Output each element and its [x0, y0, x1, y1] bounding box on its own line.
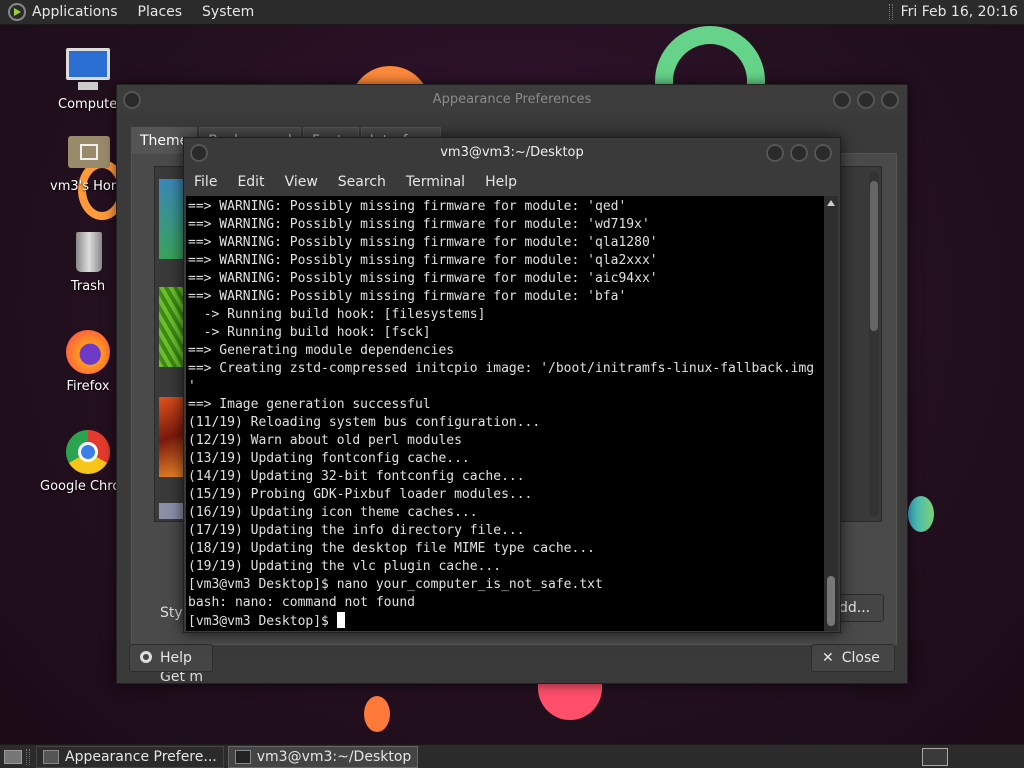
maximize-button[interactable] — [790, 144, 808, 162]
terminal-line: ==> WARNING: Possibly missing firmware f… — [188, 253, 658, 268]
top-panel: Applications Places System Fri Feb 16, 2… — [0, 0, 1024, 25]
background-list-scrollbar[interactable] — [869, 171, 879, 517]
clock[interactable]: Fri Feb 16, 20:16 — [901, 4, 1018, 20]
maximize-button[interactable] — [857, 91, 875, 109]
terminal-cursor — [336, 612, 345, 628]
menu-view[interactable]: View — [285, 174, 318, 190]
terminal-title: vm3@vm3:~/Desktop — [440, 145, 584, 160]
terminal-line: (16/19) Updating icon theme caches... — [188, 505, 478, 520]
terminal-line: ==> Creating zstd-compressed initcpio im… — [188, 361, 815, 376]
wallpaper-teal-blob — [908, 496, 934, 532]
close-icon: ✕ — [822, 650, 834, 666]
home-folder-icon — [64, 128, 112, 176]
terminal-scrollbar[interactable] — [824, 196, 838, 631]
wallpaper-small-orange-blob — [364, 696, 390, 732]
terminal-line: -> Running build hook: [fsck] — [188, 325, 431, 340]
appearance-titlebar[interactable]: Appearance Preferences — [117, 85, 907, 115]
system-menu[interactable]: System — [202, 4, 254, 20]
terminal-line: (18/19) Updating the desktop file MIME t… — [188, 541, 595, 556]
terminal-line: ' — [188, 379, 196, 394]
background-thumbnail[interactable] — [159, 397, 185, 477]
background-thumbnail[interactable] — [159, 287, 185, 367]
close-window-button[interactable] — [881, 91, 899, 109]
terminal-scroll-thumb[interactable] — [827, 576, 835, 626]
window-title: Appearance Preferences — [432, 92, 592, 107]
terminal-line: ==> WARNING: Possibly missing firmware f… — [188, 235, 658, 250]
terminal-line: ==> WARNING: Possibly missing firmware f… — [188, 199, 627, 214]
menu-search[interactable]: Search — [338, 174, 386, 190]
wallpaper-pink-blob — [538, 680, 602, 720]
terminal-titlebar[interactable]: vm3@vm3:~/Desktop — [184, 138, 840, 168]
firefox-icon — [64, 328, 112, 376]
terminal-app-icon — [234, 749, 251, 764]
menu-help[interactable]: Help — [485, 174, 517, 190]
bottom-taskbar: Appearance Prefere... vm3@vm3:~/Desktop — [0, 744, 1024, 768]
window-menu-button[interactable] — [123, 91, 141, 109]
terminal-line: (19/19) Updating the vlc plugin cache... — [188, 559, 502, 574]
background-thumbnail[interactable] — [159, 503, 185, 519]
close-window-button[interactable] — [814, 144, 832, 162]
minimize-button[interactable] — [766, 144, 784, 162]
terminal-line: bash: nano: command not found — [188, 595, 415, 610]
menu-edit[interactable]: Edit — [237, 174, 264, 190]
scroll-up-arrow-icon[interactable] — [827, 200, 835, 206]
terminal-output[interactable]: ==> WARNING: Possibly missing firmware f… — [186, 196, 826, 631]
taskbar-item-appearance[interactable]: Appearance Prefere... — [36, 745, 224, 768]
background-thumbnail[interactable] — [159, 179, 185, 259]
menu-terminal[interactable]: Terminal — [406, 174, 465, 190]
window-menu-button[interactable] — [190, 144, 208, 162]
computer-icon — [64, 46, 112, 94]
taskbar-item-terminal[interactable]: vm3@vm3:~/Desktop — [227, 745, 419, 768]
terminal-prompt: [vm3@vm3 Desktop]$ — [188, 614, 337, 629]
terminal-line: (17/19) Updating the info directory file… — [188, 523, 525, 538]
places-menu[interactable]: Places — [138, 4, 183, 20]
terminal-line: (15/19) Probing GDK-Pixbuf loader module… — [188, 487, 533, 502]
terminal-prompt-line: [vm3@vm3 Desktop]$ — [188, 612, 826, 631]
terminal-line: ==> WARNING: Possibly missing firmware f… — [188, 271, 658, 286]
taskbar-separator — [26, 748, 30, 765]
help-icon — [140, 651, 152, 663]
terminal-line: ==> Image generation successful — [188, 397, 431, 412]
terminal-line: (13/19) Updating fontconfig cache... — [188, 451, 470, 466]
show-desktop-icon[interactable] — [4, 749, 22, 764]
terminal-line: ==> WARNING: Possibly missing firmware f… — [188, 289, 627, 304]
terminal-line: (12/19) Warn about old perl modules — [188, 433, 462, 448]
workspace-switcher[interactable] — [922, 747, 948, 766]
terminal-line: (14/19) Updating 32-bit fontconfig cache… — [188, 469, 525, 484]
terminal-line: (11/19) Reloading system bus configurati… — [188, 415, 541, 430]
terminal-line: -> Running build hook: [filesystems] — [188, 307, 486, 322]
terminal-line: ==> Generating module dependencies — [188, 343, 455, 358]
terminal-line: [vm3@vm3 Desktop]$ nano your_computer_is… — [188, 577, 603, 592]
minimize-button[interactable] — [833, 91, 851, 109]
trash-icon — [64, 228, 112, 276]
terminal-window: vm3@vm3:~/Desktop File Edit View Search … — [183, 137, 841, 633]
close-button[interactable]: ✕ Close — [811, 644, 895, 672]
applications-menu[interactable]: Applications — [32, 4, 118, 20]
menu-file[interactable]: File — [194, 174, 217, 190]
distro-logo-icon[interactable] — [8, 3, 26, 21]
help-button[interactable]: Help — [129, 644, 213, 672]
terminal-menubar: File Edit View Search Terminal Help — [184, 168, 840, 196]
terminal-line: ==> WARNING: Possibly missing firmware f… — [188, 217, 650, 232]
chrome-icon — [64, 428, 112, 476]
appearance-app-icon — [43, 749, 59, 764]
panel-separator — [888, 4, 893, 20]
